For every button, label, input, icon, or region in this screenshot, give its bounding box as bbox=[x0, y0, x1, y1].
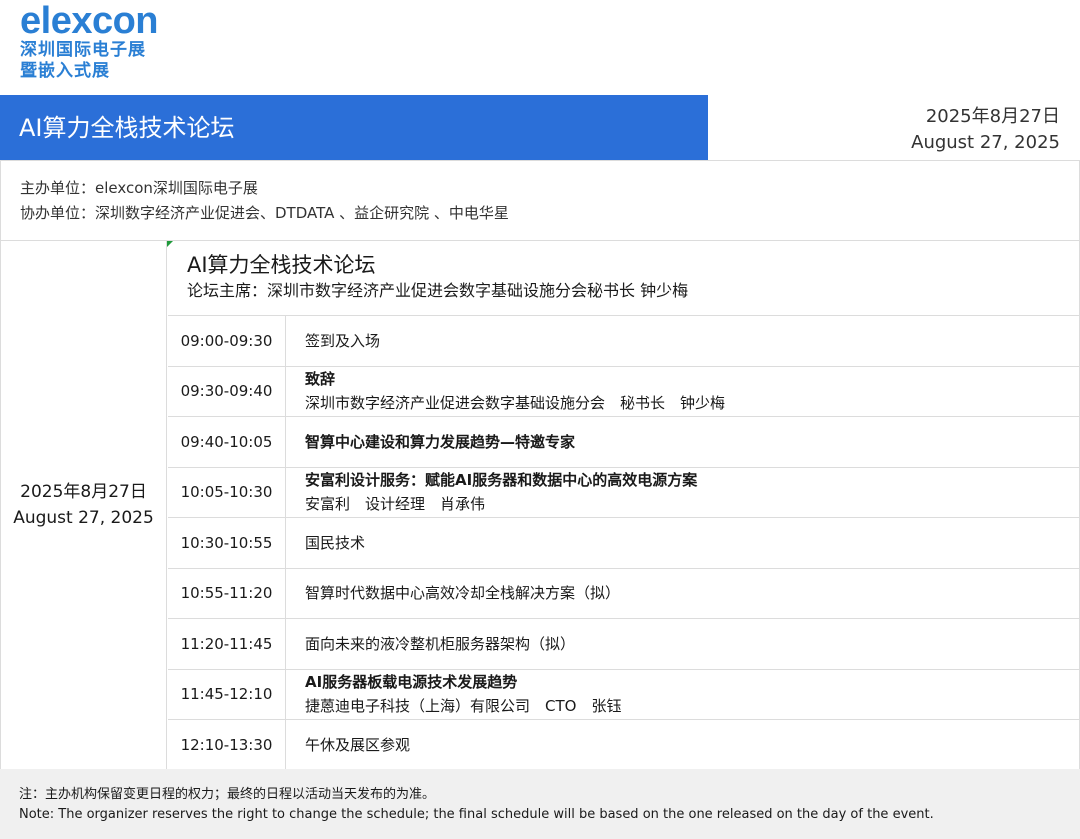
schedule-date-en: August 27, 2025 bbox=[13, 508, 154, 528]
agenda-title: 国民技术 bbox=[305, 533, 366, 552]
agenda-row: 09:40-10:05 智算中心建设和算力发展趋势—特邀专家 bbox=[168, 417, 1080, 468]
agenda-speaker: 捷蒽迪电子科技（上海）有限公司 CTO 张钰 bbox=[305, 697, 622, 716]
agenda-row: 12:10-13:30 午休及展区参观 bbox=[168, 720, 1080, 771]
banner-date: 2025年8月27日 August 27, 2025 bbox=[911, 104, 1060, 156]
banner-date-en: August 27, 2025 bbox=[911, 132, 1060, 153]
forum-header: AI算力全栈技术论坛 论坛主席：深圳市数字经济产业促进会数字基础设施分会秘书长 … bbox=[168, 241, 1080, 316]
host-organizer: 主办单位：elexcon深圳国际电子展 bbox=[20, 179, 258, 197]
logo-wordmark: elexcon bbox=[20, 0, 159, 42]
banner-title: AI算力全栈技术论坛 bbox=[19, 114, 235, 142]
note-en: Note: The organizer reserves the right t… bbox=[19, 807, 934, 822]
agenda-content: 面向未来的液冷整机柜服务器架构（拟） bbox=[305, 619, 1070, 669]
schedule-note: 注：主办机构保留变更日程的权力；最终的日程以活动当天发布的为准。 Note: T… bbox=[0, 769, 1080, 839]
agenda-content: 签到及入场 bbox=[305, 316, 1070, 366]
logo-line-2: 暨嵌入式展 bbox=[20, 61, 110, 81]
schedule-table: 2025年8月27日 August 27, 2025 AI算力全栈技术论坛 论坛… bbox=[0, 241, 1080, 771]
elexcon-logo: elexcon 深圳国际电子展 暨嵌入式展 bbox=[20, 2, 220, 82]
logo-line-1: 深圳国际电子展 bbox=[20, 40, 146, 60]
agenda-content: 国民技术 bbox=[305, 518, 1070, 568]
agenda-row: 11:20-11:45 面向未来的液冷整机柜服务器架构（拟） bbox=[168, 619, 1080, 670]
organizers-section: 主办单位：elexcon深圳国际电子展 协办单位：深圳数字经济产业促进会、DTD… bbox=[0, 161, 1080, 241]
agenda-title: 智算中心建设和算力发展趋势—特邀专家 bbox=[305, 432, 576, 451]
forum-title: AI算力全栈技术论坛 bbox=[187, 253, 376, 277]
agenda-title: 面向未来的液冷整机柜服务器架构（拟） bbox=[305, 634, 576, 653]
title-banner: AI算力全栈技术论坛 2025年8月27日 August 27, 2025 bbox=[0, 95, 1080, 161]
agenda-title: 安富利设计服务：赋能AI服务器和数据中心的高效电源方案 bbox=[305, 471, 698, 490]
agenda-content: 安富利设计服务：赋能AI服务器和数据中心的高效电源方案 安富利 设计经理 肖承伟 bbox=[305, 468, 1070, 518]
agenda-speaker: 深圳市数字经济产业促进会数字基础设施分会 秘书长 钟少梅 bbox=[305, 394, 726, 413]
agenda-row: 09:00-09:30 签到及入场 bbox=[168, 316, 1080, 367]
agenda-content: 午休及展区参观 bbox=[305, 720, 1070, 771]
agenda-time: 11:45-12:10 bbox=[168, 669, 286, 719]
agenda-row: 09:30-09:40 致辞 深圳市数字经济产业促进会数字基础设施分会 秘书长 … bbox=[168, 366, 1080, 417]
agenda-title: AI服务器板载电源技术发展趋势 bbox=[305, 673, 518, 692]
agenda-time: 11:20-11:45 bbox=[168, 619, 286, 669]
agenda-title: 签到及入场 bbox=[305, 331, 381, 350]
forum-chair: 论坛主席：深圳市数字经济产业促进会数字基础设施分会秘书长 钟少梅 bbox=[187, 281, 689, 300]
agenda-content: 智算时代数据中心高效冷却全栈解决方案（拟） bbox=[305, 569, 1070, 619]
schedule-date-cn: 2025年8月27日 bbox=[20, 482, 147, 502]
agenda-time: 12:10-13:30 bbox=[168, 720, 286, 771]
agenda-time: 09:40-10:05 bbox=[168, 417, 286, 467]
agenda-title: 致辞 bbox=[305, 370, 336, 389]
agenda-speaker: 安富利 设计经理 肖承伟 bbox=[305, 495, 486, 514]
agenda-row: 10:30-10:55 国民技术 bbox=[168, 518, 1080, 569]
agenda-rows: 09:00-09:30 签到及入场 09:30-09:40 致辞 深圳市数字经济… bbox=[168, 316, 1080, 771]
agenda-row: 10:05-10:30 安富利设计服务：赋能AI服务器和数据中心的高效电源方案 … bbox=[168, 467, 1080, 518]
agenda-time: 10:05-10:30 bbox=[168, 467, 286, 517]
agenda-time: 10:55-11:20 bbox=[168, 568, 286, 618]
agenda-content: 致辞 深圳市数字经济产业促进会数字基础设施分会 秘书长 钟少梅 bbox=[305, 367, 1070, 417]
agenda-content: 智算中心建设和算力发展趋势—特邀专家 bbox=[305, 417, 1070, 467]
agenda-title: 智算时代数据中心高效冷却全栈解决方案（拟） bbox=[305, 584, 621, 603]
banner-date-cn: 2025年8月27日 bbox=[925, 106, 1060, 127]
banner-blue-bar: AI算力全栈技术论坛 bbox=[0, 95, 708, 161]
agenda-time: 10:30-10:55 bbox=[168, 518, 286, 568]
co-host-organizers: 协办单位：深圳数字经济产业促进会、DTDATA 、益企研究院 、中电华星 bbox=[20, 204, 509, 222]
agenda-time: 09:30-09:40 bbox=[168, 366, 286, 416]
agenda-time: 09:00-09:30 bbox=[168, 316, 286, 366]
agenda-row: 10:55-11:20 智算时代数据中心高效冷却全栈解决方案（拟） bbox=[168, 568, 1080, 619]
agenda-content: AI服务器板载电源技术发展趋势 捷蒽迪电子科技（上海）有限公司 CTO 张钰 bbox=[305, 670, 1070, 720]
schedule-date-cell: 2025年8月27日 August 27, 2025 bbox=[1, 241, 167, 769]
agenda-row: 11:45-12:10 AI服务器板载电源技术发展趋势 捷蒽迪电子科技（上海）有… bbox=[168, 669, 1080, 720]
note-cn: 注：主办机构保留变更日程的权力；最终的日程以活动当天发布的为准。 bbox=[19, 787, 436, 802]
agenda-title: 午休及展区参观 bbox=[305, 736, 411, 755]
